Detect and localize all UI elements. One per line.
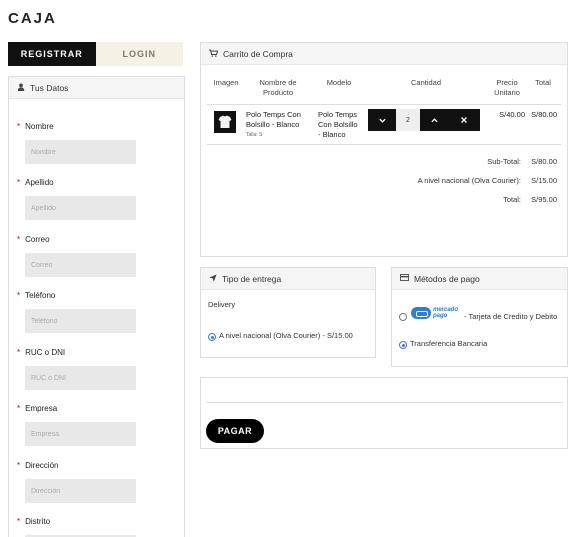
- customer-data-title: Tus Datos: [30, 82, 69, 93]
- payment-header: Métodos de pago: [392, 268, 567, 290]
- remove-item-button[interactable]: [448, 109, 480, 131]
- mercadopago-wordmark: mercado pago: [433, 307, 459, 319]
- customer-data-header: Tus Datos: [9, 77, 184, 99]
- total-label: Total:: [503, 195, 521, 204]
- field-direccion: * Dirección: [17, 459, 177, 503]
- decrease-qty-button[interactable]: [368, 109, 396, 131]
- divider: [207, 402, 563, 403]
- field-label: Apellido: [25, 177, 54, 187]
- line-total: S/80.00: [531, 110, 557, 119]
- chevron-up-icon: [430, 115, 438, 125]
- quantity-input[interactable]: [396, 109, 420, 131]
- delivery-panel: Tipo de entrega Delivery A nivel naciona…: [200, 267, 376, 358]
- subtotal-row: Sub-Total: S/80.00: [487, 157, 557, 166]
- page-title: CAJA: [8, 10, 57, 27]
- nombre-input[interactable]: [25, 140, 136, 164]
- delivery-option-radio[interactable]: [208, 333, 216, 341]
- product-size: Talla: S: [246, 132, 263, 138]
- shopping-cart-icon: [209, 48, 219, 59]
- cart-panel: Carrito de Compra Imagen Nombre de Produ…: [200, 42, 568, 257]
- subtotal-value: S/80.00: [531, 157, 557, 166]
- required-marker: *: [17, 460, 21, 470]
- field-label: Dirección: [25, 460, 59, 470]
- increase-qty-button[interactable]: [420, 109, 448, 131]
- field-ruc-dni: * RUC o DNI: [17, 346, 177, 390]
- apellido-input[interactable]: [25, 196, 136, 220]
- required-marker: *: [17, 403, 21, 413]
- delivery-header: Tipo de entrega: [201, 268, 375, 290]
- user-icon: [17, 83, 25, 93]
- field-label: Nombre: [25, 121, 54, 131]
- close-icon: [461, 115, 467, 125]
- telefono-input[interactable]: [25, 309, 136, 333]
- field-label: Teléfono: [25, 290, 56, 300]
- pay-panel: PAGAR: [200, 377, 568, 449]
- shipping-value: S/15.00: [531, 176, 557, 185]
- payment-methods-panel: Métodos de pago mercado pago - Tarjeta d…: [391, 267, 568, 367]
- auth-tabs: REGISTRAR LOGIN: [8, 42, 183, 66]
- delivery-subtitle: Delivery: [208, 300, 236, 309]
- product-image: [213, 110, 237, 134]
- unit-price: S/40.00: [499, 110, 525, 119]
- col-header-qty: Cantidad: [410, 78, 442, 87]
- paper-plane-icon: [209, 273, 217, 284]
- handshake-icon: [411, 307, 431, 319]
- required-marker: *: [17, 347, 21, 357]
- credit-card-icon: [400, 274, 409, 283]
- shipping-row: A nivel nacional (Olva Courier): S/15.00: [418, 176, 557, 185]
- field-empresa: * Empresa: [17, 402, 177, 446]
- col-header-total: Total: [535, 78, 551, 87]
- tab-login[interactable]: LOGIN: [95, 42, 183, 66]
- product-name[interactable]: Polo Temps Con Bolsillo - Blanco: [246, 110, 301, 129]
- quantity-stepper: [368, 109, 480, 131]
- required-marker: *: [17, 234, 21, 244]
- bank-transfer-radio[interactable]: [399, 341, 407, 349]
- col-header-unit-price: Precio Unitario: [494, 78, 520, 97]
- mercadopago-label: - Tarjeta de Credito y Debito: [464, 312, 558, 321]
- field-label: Correo: [25, 234, 50, 244]
- bank-transfer-label: Transferencia Bancaria: [410, 339, 488, 348]
- correo-input[interactable]: [25, 253, 136, 277]
- field-label: Empresa: [25, 403, 58, 413]
- total-row: Total: S/95.00: [503, 195, 557, 204]
- col-header-name: Nombre de Producto: [259, 78, 297, 97]
- ruc-dni-input[interactable]: [25, 366, 136, 390]
- field-label: Distrito: [25, 516, 51, 526]
- empresa-input[interactable]: [25, 422, 136, 446]
- field-correo: * Correo: [17, 233, 177, 277]
- product-name-cell: Polo Temps Con Bolsillo - Blanco Talla: …: [246, 110, 304, 140]
- field-distrito: * Distrito: [17, 515, 177, 537]
- field-label: RUC o DNI: [25, 347, 66, 357]
- col-header-model: Modelo: [326, 78, 352, 87]
- mercadopago-radio[interactable]: [399, 313, 407, 321]
- shipping-label: A nivel nacional (Olva Courier):: [417, 176, 521, 185]
- payment-title: Métodos de pago: [414, 273, 480, 284]
- customer-data-panel: Tus Datos * Nombre * Apellido * Correo * Tel…: [8, 76, 185, 537]
- total-value: S/95.00: [531, 195, 557, 204]
- field-apellido: * Apellido: [17, 176, 177, 220]
- divider: [207, 104, 561, 105]
- direccion-input[interactable]: [25, 479, 136, 503]
- required-marker: *: [17, 290, 21, 300]
- product-model: Polo Temps Con Bolsillo - Blanco: [318, 110, 358, 139]
- required-marker: *: [17, 177, 21, 187]
- required-marker: *: [17, 516, 21, 526]
- pay-button[interactable]: PAGAR: [206, 419, 264, 443]
- cart-header: Carrito de Compra: [201, 43, 567, 65]
- cart-title: Carrito de Compra: [223, 48, 293, 59]
- field-telefono: * Teléfono: [17, 289, 177, 333]
- tab-registrar[interactable]: REGISTRAR: [8, 42, 96, 66]
- subtotal-label: Sub-Total:: [487, 157, 521, 166]
- mercadopago-logo: mercado pago: [411, 306, 461, 320]
- delivery-title: Tipo de entrega: [222, 273, 282, 284]
- col-header-image: Imagen: [213, 78, 239, 87]
- required-marker: *: [17, 121, 21, 131]
- chevron-down-icon: [378, 115, 386, 125]
- delivery-option-label: A nivel nacional (Olva Courier) - S/15.0…: [219, 331, 353, 340]
- divider: [207, 144, 561, 145]
- field-nombre: * Nombre: [17, 120, 177, 164]
